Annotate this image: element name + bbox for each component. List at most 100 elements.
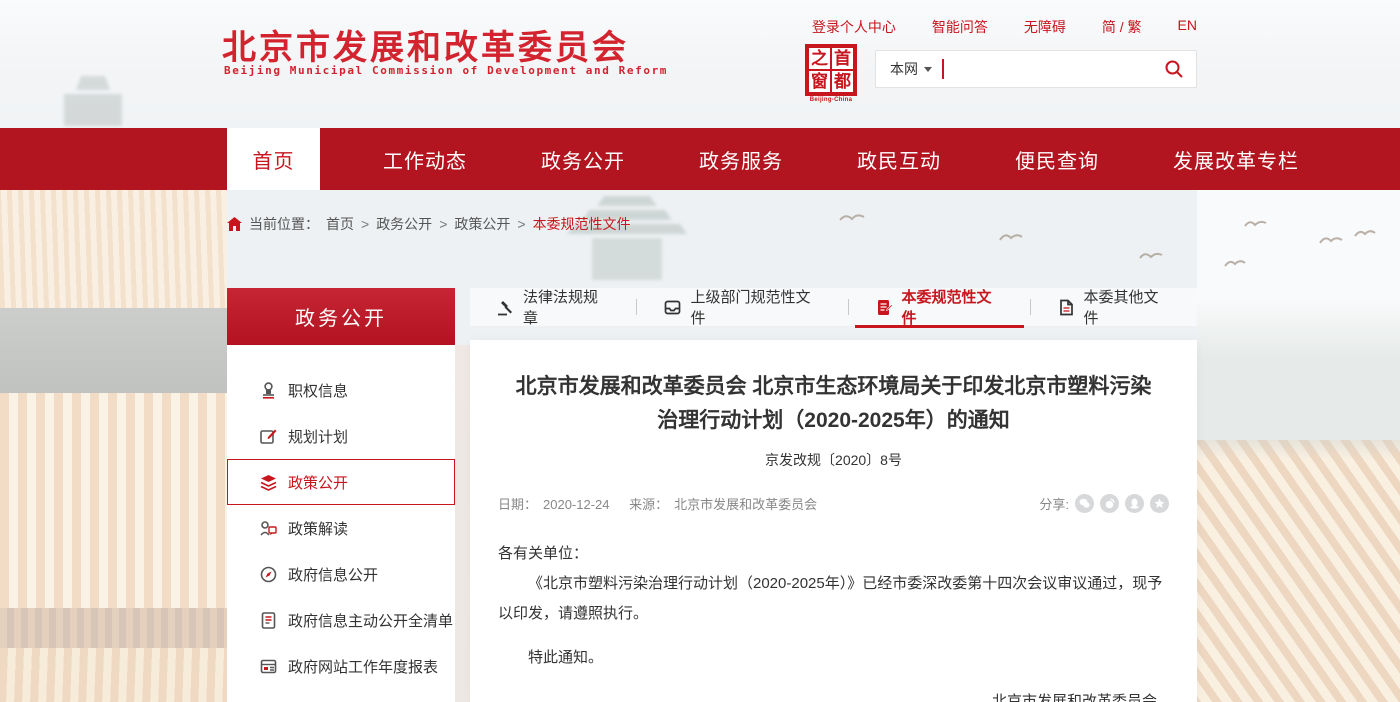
nav-item-home[interactable]: 首页 xyxy=(227,128,320,190)
nav-item-work-news[interactable]: 工作动态 xyxy=(355,128,495,190)
background-gap-strip xyxy=(455,345,470,702)
article-meta-left: 日期： 2020-12-24 来源： 北京市发展和改革委员会 xyxy=(498,494,823,513)
layers-icon xyxy=(259,473,277,491)
sidebar-item-budget-disclosure[interactable]: 预决算公开 xyxy=(227,689,455,702)
edit-plan-icon xyxy=(259,427,277,445)
sidebar-item-label: 政府网站工作年度报表 xyxy=(288,656,438,677)
doc-pen-icon xyxy=(876,299,893,316)
article-paragraph: 《北京市塑料污染治理行动计划（2020-2025年）》已经市委深改委第十四次会议… xyxy=(498,569,1169,629)
share-bar: 分享: xyxy=(1039,494,1169,513)
sidebar-item-label: 政府信息公开 xyxy=(288,564,378,585)
share-label: 分享: xyxy=(1039,494,1069,513)
search-scope-dropdown[interactable]: 本网 xyxy=(876,59,942,79)
sidebar-item-label: 政策解读 xyxy=(288,518,348,539)
chevron-down-icon xyxy=(924,67,932,72)
stamp-icon xyxy=(259,381,277,399)
qq-share-icon[interactable] xyxy=(1125,494,1144,513)
wechat-share-icon[interactable] xyxy=(1075,494,1094,513)
search-input[interactable] xyxy=(944,51,1164,87)
main-navigation: 首页 工作动态 政务公开 政务服务 政民互动 便民查询 发展改革专栏 xyxy=(0,128,1400,190)
article-paragraph: 各有关单位： xyxy=(498,539,1169,569)
home-icon xyxy=(227,217,242,231)
nav-item-gov-affairs[interactable]: 政务公开 xyxy=(513,128,653,190)
seal-char: 首 xyxy=(831,47,854,70)
nav-item-reform-special[interactable]: 发展改革专栏 xyxy=(1145,128,1327,190)
gavel-icon xyxy=(497,299,514,316)
article-signature: 北京市发展和改革委员会 xyxy=(498,687,1169,702)
article-date: 2020-12-24 xyxy=(543,497,610,512)
sidebar-item-proactive-disclosure-list[interactable]: 政府信息主动公开全清单 xyxy=(227,597,455,643)
sidebar: 政务公开 职权信息 规划计划 政策公开 政策解读 xyxy=(227,288,455,702)
date-label: 日期： xyxy=(498,497,537,512)
smart-qa-link[interactable]: 智能问答 xyxy=(932,17,988,37)
breadcrumb-policy-open[interactable]: 政策公开 xyxy=(454,214,510,234)
breadcrumb-home[interactable]: 首页 xyxy=(326,214,354,234)
sidebar-item-authority-info[interactable]: 职权信息 xyxy=(227,367,455,413)
report-table-icon xyxy=(259,657,277,675)
english-link[interactable]: EN xyxy=(1178,17,1197,37)
sidebar-item-label: 规划计划 xyxy=(288,426,348,447)
site-logo-subtitle: Beijing Municipal Commission of Developm… xyxy=(224,64,668,77)
sidebar-item-gov-info-open[interactable]: 政府信息公开 xyxy=(227,551,455,597)
temple-silhouette xyxy=(58,76,128,126)
article-source: 北京市发展和改革委员会 xyxy=(674,497,817,512)
accessibility-link[interactable]: 无障碍 xyxy=(1024,17,1066,37)
article-meta: 日期： 2020-12-24 来源： 北京市发展和改革委员会 分享: xyxy=(498,494,1169,513)
breadcrumb-current: 本委规范性文件 xyxy=(533,214,631,234)
favorite-share-icon[interactable] xyxy=(1150,494,1169,513)
simplified-traditional-link[interactable]: 简 / 繁 xyxy=(1102,17,1142,37)
page: { "colors": { "brand": "#c8161e", "nav_b… xyxy=(0,0,1400,702)
tab-commission-normative-docs[interactable]: 本委规范性文件 xyxy=(849,288,1030,326)
interpretation-icon xyxy=(259,519,277,537)
breadcrumb-separator: > xyxy=(361,216,369,232)
login-personal-center-link[interactable]: 登录个人中心 xyxy=(812,17,896,37)
tab-commission-other-docs[interactable]: 本委其他文件 xyxy=(1031,288,1197,326)
tab-label: 本委其他文件 xyxy=(1084,286,1170,328)
seal-caption: Beijing-China xyxy=(805,97,857,103)
breadcrumb-gov-affairs[interactable]: 政务公开 xyxy=(376,214,432,234)
capital-window-seal-logo[interactable]: 之 首 窗 都 Beijing-China xyxy=(805,44,857,103)
article-body: 各有关单位： 《北京市塑料污染治理行动计划（2020-2025年）》已经市委深改… xyxy=(498,539,1169,702)
nav-item-public-interaction[interactable]: 政民互动 xyxy=(829,128,969,190)
search-bar: 本网 xyxy=(875,50,1197,88)
sidebar-menu: 职权信息 规划计划 政策公开 政策解读 政府信息公开 xyxy=(227,345,455,702)
tab-superior-normative-docs[interactable]: 上级部门规范性文件 xyxy=(637,288,847,326)
breadcrumb: 当前位置： 首页 > 政务公开 > 政策公开 > 本委规范性文件 xyxy=(227,214,631,234)
article-card: 北京市发展和改革委员会 北京市生态环境局关于印发北京市塑料污染治理行动计划（20… xyxy=(470,340,1197,702)
tab-label: 本委规范性文件 xyxy=(902,286,1003,328)
nav-item-convenient-inquiry[interactable]: 便民查询 xyxy=(987,128,1127,190)
breadcrumb-separator: > xyxy=(439,216,447,232)
breadcrumb-separator: > xyxy=(517,216,525,232)
sidebar-item-policy-open[interactable]: 政策公开 xyxy=(227,459,455,505)
sidebar-title: 政务公开 xyxy=(227,288,455,345)
compass-icon xyxy=(259,565,277,583)
search-scope-label: 本网 xyxy=(890,59,918,79)
tab-label: 上级部门规范性文件 xyxy=(690,286,820,328)
nav-item-gov-services[interactable]: 政务服务 xyxy=(671,128,811,190)
breadcrumb-prefix: 当前位置： xyxy=(249,214,319,234)
sidebar-item-label: 职权信息 xyxy=(288,380,348,401)
site-logo-title: 北京市发展和改革委员会 xyxy=(222,20,629,69)
sidebar-item-policy-interpretation[interactable]: 政策解读 xyxy=(227,505,455,551)
seal-char: 都 xyxy=(831,70,854,93)
inbox-doc-icon xyxy=(664,299,681,316)
document-type-tabs: 法律法规规章 上级部门规范性文件 本委规范性文件 本委其他文件 xyxy=(470,288,1197,326)
source-label: 来源： xyxy=(629,497,668,512)
pagoda-silhouette xyxy=(552,196,702,280)
sidebar-item-website-annual-report[interactable]: 政府网站工作年度报表 xyxy=(227,643,455,689)
sidebar-item-planning[interactable]: 规划计划 xyxy=(227,413,455,459)
document-list-icon xyxy=(259,611,277,629)
tab-label: 法律法规规章 xyxy=(523,286,609,328)
article-title: 北京市发展和改革委员会 北京市生态环境局关于印发北京市塑料污染治理行动计划（20… xyxy=(514,370,1153,438)
weibo-share-icon[interactable] xyxy=(1100,494,1119,513)
search-icon[interactable] xyxy=(1164,59,1184,79)
sidebar-item-label: 政府信息主动公开全清单 xyxy=(288,610,453,631)
birds-decoration xyxy=(820,208,1380,278)
seal-char: 之 xyxy=(808,47,831,70)
seal-char: 窗 xyxy=(808,70,831,93)
article-doc-number: 京发改规〔2020〕8号 xyxy=(470,450,1197,470)
palace-roof-background-left xyxy=(0,190,227,702)
sidebar-item-label: 政策公开 xyxy=(288,472,348,493)
tab-laws-regulations[interactable]: 法律法规规章 xyxy=(470,288,636,326)
top-utility-links: 登录个人中心 智能问答 无障碍 简 / 繁 EN xyxy=(812,17,1197,37)
